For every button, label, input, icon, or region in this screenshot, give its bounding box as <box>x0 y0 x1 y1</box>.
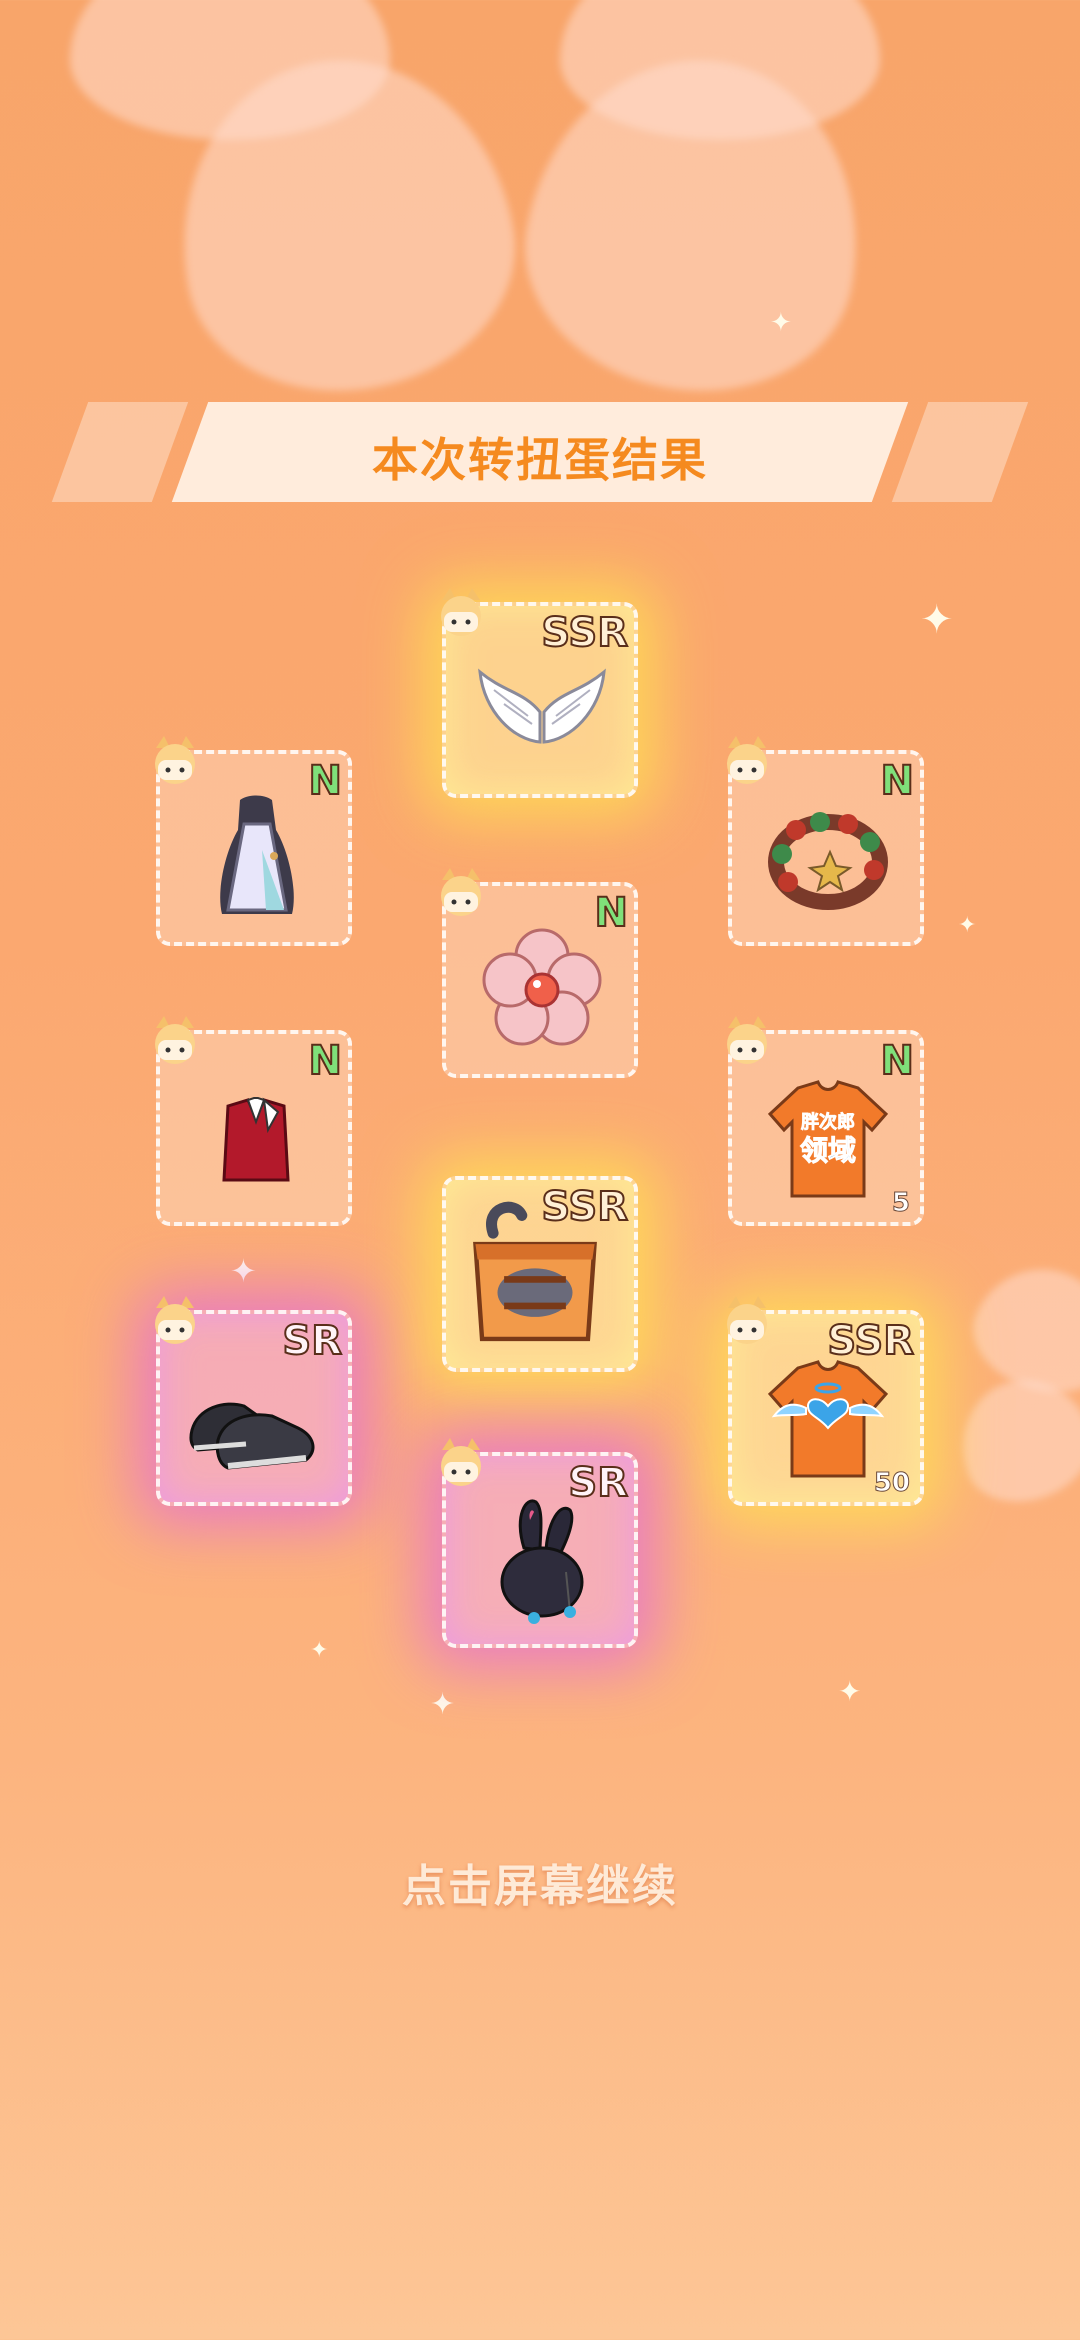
sneakers-icon <box>189 1402 315 1470</box>
tap-to-continue[interactable]: 点击屏幕继续 <box>0 1850 1080 1914</box>
result-banner: 本次转扭蛋结果 <box>40 402 1040 502</box>
character-avatar-icon <box>155 736 195 784</box>
character-avatar-icon <box>727 736 767 784</box>
tshirt-print-line1: 胖次郎 <box>801 1111 855 1133</box>
character-avatar-icon <box>441 868 481 916</box>
dress-icon <box>220 795 294 914</box>
sparkle-icon: ✦ <box>958 913 977 938</box>
item-quantity: 50 <box>873 1468 910 1499</box>
cat-box-icon <box>473 1201 597 1342</box>
character-avatar-icon <box>155 1016 195 1064</box>
tshirt-icon: 胖次郎 领域 <box>767 1080 889 1198</box>
tshirt-print-line2: 领域 <box>800 1134 856 1167</box>
result-card-black-sneakers[interactable]: SR <box>155 1296 352 1506</box>
sparkle-icon: ✦ <box>920 597 954 643</box>
sparkle-icon: ✦ <box>770 308 792 338</box>
bracelet-icon <box>768 812 888 910</box>
result-card-bead-bracelet[interactable]: N <box>727 736 924 946</box>
bunny-hat-icon <box>500 1499 584 1624</box>
sparkle-icon: ✦ <box>838 1675 862 1708</box>
result-card-pink-flower[interactable]: N <box>441 868 638 1078</box>
item-quantity: 5 <box>891 1188 910 1219</box>
result-card-angel-heart-tshirt[interactable]: SSR 50 <box>727 1296 924 1506</box>
character-avatar-icon <box>727 1296 767 1344</box>
result-card-cat-box[interactable]: SSR <box>442 1176 638 1372</box>
character-avatar-icon <box>155 1296 195 1344</box>
wings-icon <box>478 668 606 744</box>
character-avatar-icon <box>441 588 481 636</box>
sparkle-icon: ✦ <box>310 1638 329 1663</box>
tshirt-icon <box>767 1360 889 1478</box>
result-card-wings[interactable]: SSR <box>441 588 638 798</box>
character-avatar-icon <box>441 1438 481 1486</box>
character-avatar-icon <box>727 1016 767 1064</box>
sparkle-icon: ✦ <box>230 1252 257 1290</box>
result-card-red-vest[interactable]: N <box>155 1016 352 1226</box>
sparkle-icon: ✦ <box>430 1687 456 1722</box>
result-title: 本次转扭蛋结果 <box>372 433 708 487</box>
result-card-orange-tshirt[interactable]: N 胖次郎 领域 5 <box>727 1016 924 1226</box>
result-card-bunny-ear-hat[interactable]: SR <box>441 1438 638 1648</box>
result-card-white-dress[interactable]: N <box>155 736 352 946</box>
flower-icon <box>482 928 602 1046</box>
vest-icon <box>222 1097 290 1182</box>
